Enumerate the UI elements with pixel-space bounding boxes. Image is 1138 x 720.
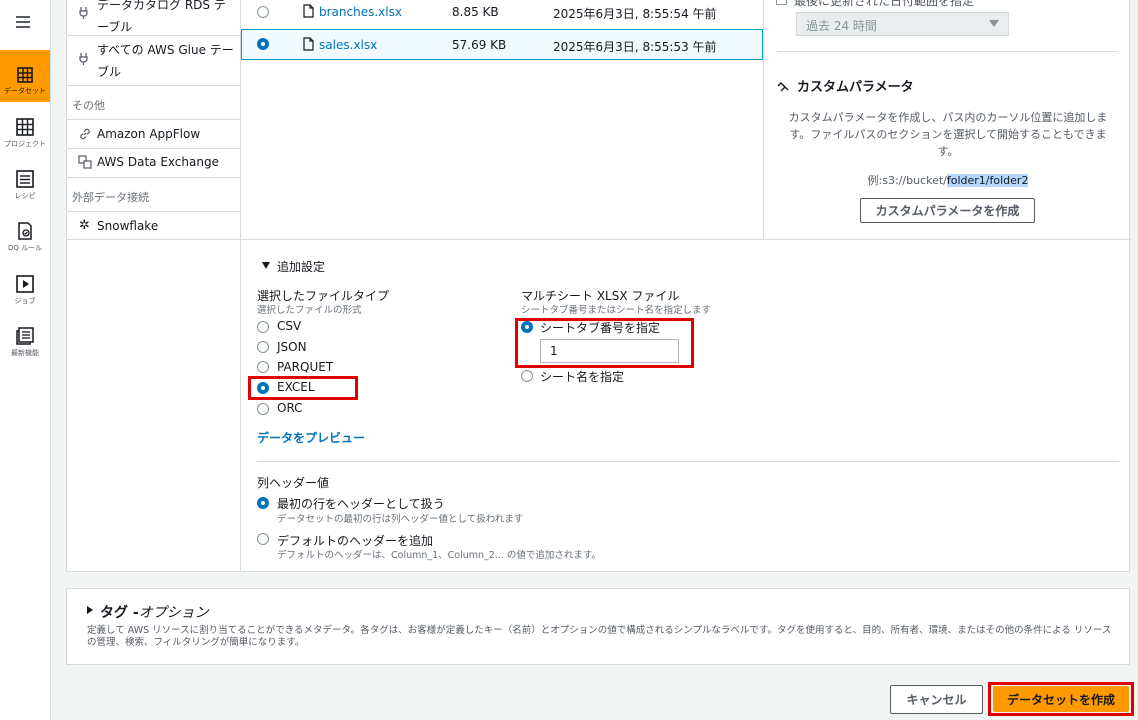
custom-param-example: 例:s3://bucket/folder1/folder2	[867, 174, 1029, 187]
highlight-box-sheet-number	[515, 318, 694, 368]
create-dataset-button[interactable]: データセットを作成	[993, 686, 1129, 712]
highlight-box-excel	[248, 376, 358, 400]
source-item-glue[interactable]: すべての AWS Glue テーブル	[67, 36, 241, 86]
example-highlight: folder1/folder2	[946, 174, 1029, 187]
custom-param-title: カスタムパラメータ	[797, 80, 914, 95]
custom-param-icon	[777, 78, 789, 97]
column-divider	[763, 0, 764, 240]
rail-item-datasets[interactable]: データセット	[0, 50, 50, 102]
play-icon	[16, 275, 34, 293]
file-modified: 2025年6月3日, 8:55:54 午前	[553, 7, 717, 21]
divider	[241, 239, 1131, 240]
column-header-label: 列ヘッダー値	[257, 476, 330, 490]
snowflake-icon: ✲	[79, 218, 90, 233]
filetype-sub: 選択したファイルの形式	[257, 305, 362, 316]
source-item-appflow[interactable]: Amazon AppFlow	[67, 119, 241, 149]
caret-down-icon	[989, 20, 999, 27]
header-option-default-radio[interactable]	[257, 533, 269, 545]
file-modified: 2025年6月3日, 8:55:53 午前	[553, 40, 717, 54]
create-custom-param-button[interactable]: カスタムパラメータを作成	[860, 198, 1035, 223]
divider	[257, 461, 1119, 462]
rail-item-projects[interactable]: プロジェクト	[0, 118, 50, 149]
file-select-radio[interactable]	[257, 38, 269, 50]
caret-down-icon[interactable]	[262, 262, 270, 269]
source-item-snowflake[interactable]: ✲ Snowflake	[67, 211, 241, 240]
filetype-radio-csv[interactable]	[257, 321, 269, 333]
file-icon	[303, 37, 314, 54]
cancel-button[interactable]: キャンセル	[890, 685, 983, 714]
file-icon	[303, 4, 314, 21]
exchange-icon	[78, 155, 92, 172]
header-option-default-sub: デフォルトのヘッダーは、Column_1、Column_2... の値で追加され…	[277, 550, 601, 561]
file-size: 57.69 KB	[452, 38, 507, 52]
filetype-radio-json[interactable]	[257, 341, 269, 353]
file-name-link[interactable]: branches.xlsx	[319, 5, 402, 19]
filetype-option-csv: CSV	[277, 319, 302, 333]
file-name-link[interactable]: sales.xlsx	[319, 38, 377, 52]
divider	[777, 51, 1118, 52]
list-icon	[16, 170, 34, 188]
grid-icon	[16, 118, 34, 136]
date-range-label: 最後に更新された日付範囲を指定	[794, 0, 975, 8]
header-option-first-row: 最初の行をヘッダーとして扱う	[277, 497, 445, 511]
filetype-option-json: JSON	[277, 340, 307, 354]
file-select-radio[interactable]	[257, 6, 269, 18]
filetype-option-parquet: PARQUET	[277, 360, 334, 374]
file-size: 8.85 KB	[452, 5, 499, 19]
rail-item-dq-rules[interactable]: DQ ルール	[0, 222, 50, 253]
header-option-first-row-radio[interactable]	[257, 497, 269, 509]
header-option-first-row-sub: データセットの最初の行は列ヘッダー値として扱われます	[277, 514, 524, 525]
file-row[interactable]: branches.xlsx 8.85 KB 2025年6月3日, 8:55:54…	[241, 0, 763, 29]
preview-data-link[interactable]: データをプレビュー	[257, 429, 365, 446]
custom-param-description: カスタムパラメータを作成し、パス内のカーソル位置に追加します。ファイルパスのセク…	[788, 111, 1108, 158]
rail-item-recipes[interactable]: レシピ	[0, 170, 50, 201]
filetype-radio-orc[interactable]	[257, 403, 269, 415]
filetype-option-orc: ORC	[277, 401, 303, 415]
file-row-selected[interactable]: sales.xlsx 57.69 KB 2025年6月3日, 8:55:53 午…	[241, 29, 763, 60]
news-icon	[16, 327, 34, 345]
filetype-radio-parquet[interactable]	[257, 361, 269, 373]
tags-description: 定義して AWS リソースに割り当てることができるメタデータ。各タグは、お客様が…	[87, 625, 1112, 648]
date-range-checkbox[interactable]	[776, 0, 787, 5]
section-heading-external: 外部データ接続	[72, 191, 149, 204]
link-icon	[79, 128, 91, 143]
tags-title[interactable]: タグ -オプション	[100, 602, 209, 622]
table-icon	[17, 67, 33, 83]
tags-section: タグ -オプション 定義して AWS リソースに割り当てることができるメタデータ…	[66, 588, 1130, 665]
date-range-select[interactable]: 過去 24 時間	[796, 12, 1009, 36]
additional-settings-toggle[interactable]: 追加設定	[277, 258, 325, 275]
source-item-rds[interactable]: データカタログ RDS テーブル	[67, 0, 241, 36]
rail-item-jobs[interactable]: ジョブ	[0, 275, 50, 306]
source-item-dataexchange[interactable]: AWS Data Exchange	[67, 149, 241, 178]
rail-item-whats-new[interactable]: 最新機能	[0, 327, 50, 358]
hamburger-menu-icon[interactable]	[16, 14, 32, 33]
sheet-name-radio[interactable]	[521, 370, 533, 382]
source-type-list: データカタログ RDS テーブル すべての AWS Glue テーブル その他 …	[67, 0, 241, 572]
connector-icon	[79, 52, 88, 69]
caret-right-icon[interactable]	[87, 606, 93, 614]
section-heading-other: その他	[72, 99, 105, 112]
multisheet-sub: シートタブ番号またはシート名を指定します	[521, 305, 712, 316]
left-nav-rail: データセット プロジェクト レシピ DQ ルール ジョブ 最新機能	[0, 0, 51, 720]
sheet-name-option: シート名を指定	[540, 370, 625, 384]
connector-icon	[79, 6, 88, 23]
dq-rule-icon	[18, 222, 32, 240]
dataset-source-panel: データカタログ RDS テーブル すべての AWS Glue テーブル その他 …	[66, 0, 1131, 572]
